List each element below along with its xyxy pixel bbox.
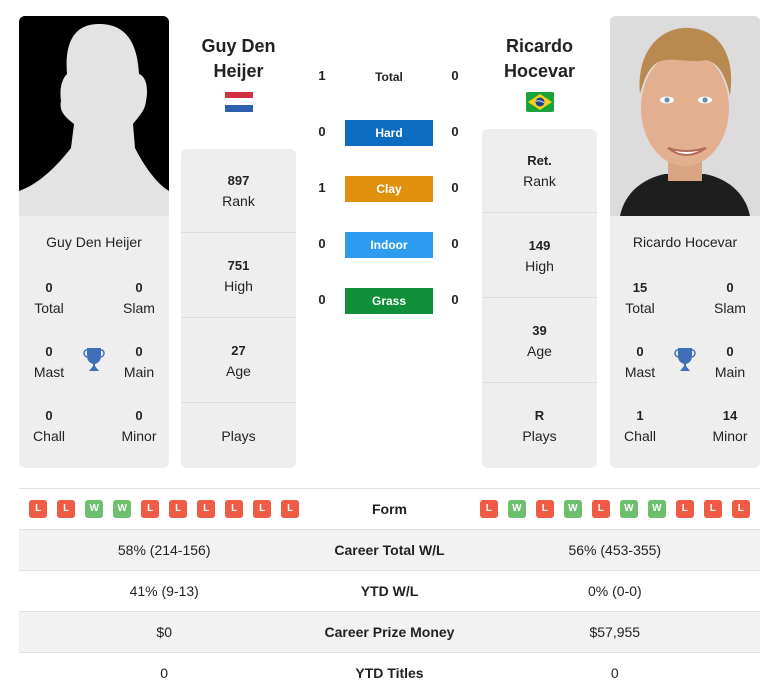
trophy-icon: [83, 348, 105, 371]
h2h-indoor-p2: 0: [451, 236, 459, 251]
form-badge-win[interactable]: W: [85, 500, 104, 519]
brazil-flag-icon: [526, 92, 554, 112]
player2-info-panel: Ret. Rank 149 High 39 Age R Plays: [482, 129, 597, 468]
player1-age: 27 Age: [181, 319, 296, 403]
form-badge-loss[interactable]: L: [225, 500, 244, 519]
player1-rank: 897 Rank: [181, 149, 296, 233]
player-portrait-icon: [610, 16, 760, 216]
player2-high: 149 High: [482, 214, 597, 298]
player1-name[interactable]: Guy Den Heijer: [181, 34, 296, 84]
h2h-total-p2: 0: [451, 68, 459, 83]
form-badge-loss[interactable]: L: [197, 500, 216, 519]
player2-chall-titles: 1 Chall: [624, 408, 656, 444]
player1-info-panel: 897 Rank 751 High 27 Age Plays: [181, 149, 296, 468]
player1-prize-money: $0: [19, 611, 310, 653]
player2-name[interactable]: Ricardo Hocevar: [482, 34, 597, 84]
form-badge-loss[interactable]: L: [535, 500, 554, 519]
form-badge-win[interactable]: W: [647, 500, 666, 519]
h2h-grass-p2: 0: [451, 292, 459, 307]
surface-clay[interactable]: Clay: [345, 176, 433, 202]
table-row-form: LLWWLLLLLL Form LWLWLWWLLL: [19, 488, 760, 530]
table-row-career-wl: 58% (214-156) Career Total W/L 56% (453-…: [19, 529, 760, 571]
form-badge-loss[interactable]: L: [57, 500, 76, 519]
player2-career-wl: 56% (453-355): [469, 529, 760, 571]
h2h-clay-p2: 0: [451, 180, 459, 195]
comparison-table: LLWWLLLLLL Form LWLWLWWLLL 58% (214-156)…: [19, 488, 760, 693]
player1-ytd-titles: 0: [19, 652, 310, 693]
form-badge-loss[interactable]: L: [281, 500, 300, 519]
player2-total-titles: 15 Total: [625, 280, 655, 316]
player2-age: 39 Age: [482, 299, 597, 383]
player1-form: LLWWLLLLLL: [19, 488, 310, 530]
h2h-hard-p2: 0: [451, 124, 459, 139]
ytd-wl-label: YTD W/L: [309, 570, 470, 612]
form-badge-loss[interactable]: L: [479, 500, 498, 519]
player2-rank: Ret. Rank: [482, 129, 597, 213]
h2h-hard-p1: 0: [318, 124, 326, 139]
player1-career-wl: 58% (214-156): [19, 529, 310, 571]
player2-plays: R Plays: [522, 408, 557, 444]
form-badge-win[interactable]: W: [507, 500, 526, 519]
table-row-prize-money: $0 Career Prize Money $57,955: [19, 611, 760, 653]
prize-money-label: Career Prize Money: [309, 611, 470, 653]
player2-ytd-titles: 0: [469, 652, 760, 693]
table-row-ytd-titles: 0 YTD Titles 0: [19, 652, 760, 693]
player1-main-titles: 0 Main: [123, 344, 155, 380]
player1-plays: Plays: [221, 428, 256, 444]
netherlands-flag-icon: [225, 92, 253, 112]
player1-minor-titles: 0 Minor: [121, 408, 157, 444]
player1-ytd-wl: 41% (9-13): [19, 570, 310, 612]
player2-card-name: Ricardo Hocevar: [632, 234, 738, 250]
surface-hard[interactable]: Hard: [345, 120, 433, 146]
player1-chall-titles: 0 Chall: [33, 408, 65, 444]
player1-total-titles: 0 Total: [34, 280, 64, 316]
surface-indoor[interactable]: Indoor: [345, 232, 433, 258]
player2-form: LWLWLWWLLL: [469, 488, 760, 530]
h2h-grass-p1: 0: [318, 292, 326, 307]
trophy-icon: [674, 348, 696, 371]
player2-slam-titles: 0 Slam: [714, 280, 746, 316]
ytd-titles-label: YTD Titles: [309, 652, 470, 693]
form-badge-loss[interactable]: L: [253, 500, 272, 519]
form-badge-loss[interactable]: L: [141, 500, 160, 519]
form-badge-win[interactable]: W: [619, 500, 638, 519]
form-badge-win[interactable]: W: [563, 500, 582, 519]
h2h-total-p1: 1: [318, 68, 326, 83]
h2h-total-label: Total: [375, 70, 403, 84]
table-row-ytd-wl: 41% (9-13) YTD W/L 0% (0-0): [19, 570, 760, 612]
player1-mast-titles: 0 Mast: [33, 344, 65, 380]
silhouette-icon: [19, 24, 169, 216]
h2h-clay-p1: 1: [318, 180, 326, 195]
player2-photo: [610, 16, 760, 216]
form-badge-loss[interactable]: L: [29, 500, 48, 519]
player1-card-name: Guy Den Heijer: [46, 234, 142, 250]
form-badge-loss[interactable]: L: [675, 500, 694, 519]
career-wl-label: Career Total W/L: [309, 529, 470, 571]
player1-slam-titles: 0 Slam: [123, 280, 155, 316]
form-label: Form: [309, 488, 470, 530]
surface-grass[interactable]: Grass: [345, 288, 433, 314]
form-badge-win[interactable]: W: [113, 500, 132, 519]
player1-high: 751 High: [181, 234, 296, 318]
player2-prize-money: $57,955: [469, 611, 760, 653]
player2-mast-titles: 0 Mast: [624, 344, 656, 380]
h2h-indoor-p1: 0: [318, 236, 326, 251]
form-badge-loss[interactable]: L: [703, 500, 722, 519]
form-badge-loss[interactable]: L: [591, 500, 610, 519]
form-badge-loss[interactable]: L: [169, 500, 188, 519]
player2-minor-titles: 14 Minor: [712, 408, 748, 444]
form-badge-loss[interactable]: L: [731, 500, 750, 519]
player2-main-titles: 0 Main: [714, 344, 746, 380]
player1-photo: [19, 16, 169, 216]
player2-ytd-wl: 0% (0-0): [469, 570, 760, 612]
